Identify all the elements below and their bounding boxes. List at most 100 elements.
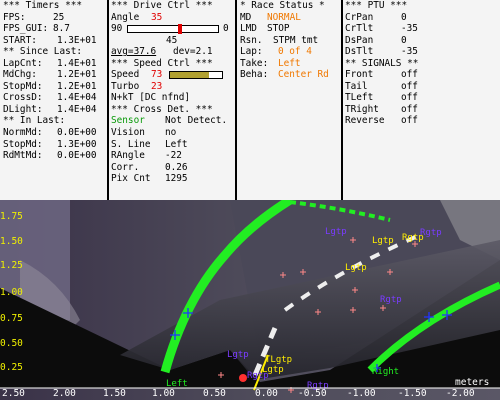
camera-overlay: Left Right Rgtp Lgtp TLgtp Lgtp Lgtp Lgt… — [0, 200, 500, 400]
lgtp-mid-label: Lgtp — [345, 263, 367, 273]
md-value: NORMAL — [267, 11, 301, 23]
crtlt-label: CrTlt — [345, 23, 374, 35]
rgtp-right-label: Rgtp — [380, 295, 402, 305]
rdmtmd-label: RdMtMd: — [3, 150, 43, 162]
reverse-value: off — [401, 115, 418, 127]
turbo-value: 23 — [151, 80, 163, 92]
crossd-label: CrossD: — [3, 92, 43, 104]
speed-bar — [169, 71, 223, 80]
mdchg-label: MdChg: — [3, 69, 37, 81]
tail-label: Tail — [345, 80, 368, 92]
corr-label: Corr. — [111, 161, 140, 173]
target-point — [239, 374, 247, 382]
slider-thumb[interactable] — [178, 24, 182, 35]
timers-panel: *** Timers *** FPS: 25 FPS_GUI: 8.7 START:… — [0, 0, 107, 200]
speed-label: Speed — [111, 69, 140, 81]
race-header: * Race Status * — [240, 0, 325, 11]
y-tick: 0.25 — [0, 362, 23, 373]
right-lane-label: Right — [372, 367, 399, 377]
front-value: off — [401, 69, 418, 81]
take-value: Left — [278, 57, 301, 69]
front-label: Front — [345, 69, 374, 81]
angle-value: 35 — [151, 11, 163, 23]
tail-value: off — [401, 80, 418, 92]
dlight-label: DLight: — [3, 103, 43, 115]
rdmtmd-value: 0.0E+00 — [57, 150, 97, 162]
take-label: Take: — [240, 57, 269, 69]
in-last-header: ** In Last: — [3, 115, 66, 127]
crpan-value: 0 — [401, 11, 407, 23]
y-tick: 1.75 — [0, 211, 23, 222]
fps-gui-label: FPS_GUI: — [3, 23, 49, 35]
x-tick: 0.50 — [203, 388, 226, 399]
y-tick: 1.50 — [0, 236, 23, 247]
fps-label: FPS: — [3, 11, 26, 23]
lgtp-top-label: Lgtp — [372, 236, 394, 246]
tleft-value: off — [401, 92, 418, 104]
x-tick: -1.50 — [398, 388, 427, 399]
angle-dev: dev=2.1 — [173, 46, 213, 58]
x-tick: 0.00 — [255, 388, 278, 399]
camera-view[interactable]: Left Right Rgtp Lgtp TLgtp Lgtp Lgtp Lgt… — [0, 200, 500, 400]
since-last-header: ** Since Last: — [3, 46, 83, 58]
rgtp-low-label: Rgtp — [247, 371, 269, 381]
drive-header: *** Drive Ctrl *** — [111, 0, 213, 11]
signals-header: ** SIGNALS ** — [345, 57, 419, 69]
y-tick: 0.75 — [0, 313, 23, 324]
corr-value: 0.26 — [165, 161, 188, 173]
angle-slider[interactable] — [127, 24, 219, 35]
dstlt-label: DsTlt — [345, 46, 374, 58]
crossd-value: 1.4E+04 — [57, 92, 97, 104]
md-label: MD — [240, 11, 252, 23]
mdchg-value: 1.2E+01 — [57, 69, 97, 81]
rsn-label: Rsn. — [240, 34, 263, 46]
crtlt-value: -35 — [401, 23, 418, 35]
dspan-value: 0 — [401, 34, 407, 46]
tright-value: off — [401, 103, 418, 115]
stopmd2-value: 1.3E+00 — [57, 138, 97, 150]
sensor-label: Sensor — [111, 115, 145, 127]
sensor-value: Not Detect. — [165, 115, 228, 127]
x-tick: -0.50 — [298, 388, 327, 399]
pix-value: 1295 — [165, 173, 188, 185]
fps-value: 25 — [53, 11, 65, 23]
lapcnt-value: 1.4E+01 — [57, 57, 97, 69]
slider-max: 0 — [223, 23, 229, 35]
beha-label: Beha: — [240, 69, 269, 81]
angle-label: Angle — [111, 11, 140, 23]
sline-label: S. Line — [111, 138, 151, 150]
x-tick: 1.00 — [152, 388, 175, 399]
start-label: START: — [3, 34, 37, 46]
x-axis-unit: meters — [455, 377, 490, 388]
tlgtp-label: TLgtp — [265, 355, 292, 365]
slider-min: 90 — [111, 23, 123, 35]
angle-avg: avg=37.6 — [111, 46, 157, 58]
speed-value: 73 — [151, 69, 163, 81]
y-tick: 0.50 — [0, 338, 23, 349]
cross-header: *** Cross Det. *** — [111, 103, 213, 115]
dstlt-value: -35 — [401, 46, 418, 58]
stopmd2-label: StopMd: — [3, 138, 43, 150]
speed-bar-fill — [170, 72, 209, 79]
rangle-value: -22 — [165, 150, 182, 162]
nkt-status: N+kT [DC nfnd] — [111, 92, 191, 104]
lapcnt-label: LapCnt: — [3, 57, 43, 69]
ptu-panel: *** PTU *** CrPan 0 CrTlt -35 DsPan 0 DsTlt… — [343, 0, 500, 200]
normmd-value: 0.0E+00 — [57, 127, 97, 139]
dlight-value: 1.4E+04 — [57, 103, 97, 115]
vision-value: no — [165, 127, 177, 139]
stopmd-value: 1.2E+01 — [57, 80, 97, 92]
y-tick: 1.25 — [0, 260, 23, 271]
turbo-label: Turbo — [111, 80, 140, 92]
fps-gui-value: 8.7 — [53, 23, 70, 35]
rsn-value: STPM tmt — [273, 34, 319, 46]
x-tick: 2.00 — [53, 388, 76, 399]
speed-header: *** Speed Ctrl *** — [111, 57, 213, 69]
rgtp-tr-label: Rgtp — [420, 228, 442, 238]
stopmd-label: StopMd: — [3, 80, 43, 92]
lgtp-bottom-label: Lgtp — [227, 350, 249, 360]
tleft-label: TLeft — [345, 92, 374, 104]
start-value: 1.3E+01 — [57, 34, 97, 46]
x-tick: 2.50 — [2, 388, 25, 399]
sline-value: Left — [165, 138, 188, 150]
